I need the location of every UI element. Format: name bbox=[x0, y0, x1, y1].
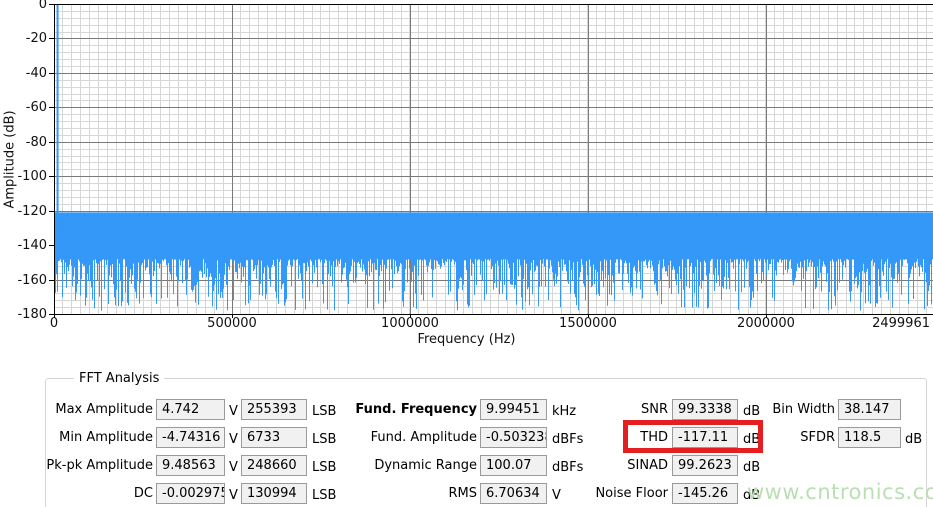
unit-label: LSB bbox=[312, 404, 337, 419]
x-tick-label: 500000 bbox=[207, 316, 257, 331]
field-label: Noise Floor bbox=[595, 486, 668, 501]
watermark-text: www.cntronics.com bbox=[747, 480, 933, 504]
field-label: RMS bbox=[448, 486, 477, 501]
field-value-lsb[interactable]: 255393 bbox=[241, 399, 307, 420]
field-value[interactable]: 99.2623 bbox=[672, 455, 738, 476]
field-value[interactable]: 118.5 bbox=[838, 427, 901, 448]
field-label: Fund. Frequency bbox=[355, 402, 477, 417]
field-label: Min Amplitude bbox=[59, 430, 153, 445]
field-value-volts[interactable]: 4.742 bbox=[156, 399, 225, 420]
unit-label: V bbox=[229, 488, 238, 503]
unit-label: LSB bbox=[312, 488, 337, 503]
fft-analyzer-window: 0 -20 -40 -60 -80 -100 -120 -140 -160 -180 0 50000… bbox=[0, 0, 933, 507]
thd-highlight-frame bbox=[623, 420, 763, 453]
unit-label: V bbox=[229, 432, 238, 447]
field-label: Bin Width bbox=[772, 402, 835, 417]
x-tick-label: 1000000 bbox=[381, 316, 439, 331]
y-tick-label: -40 bbox=[25, 65, 47, 81]
y-axis-title: Amplitude (dB) bbox=[2, 110, 18, 209]
field-value[interactable]: 38.147 bbox=[838, 399, 901, 420]
x-tick-label: 1500000 bbox=[559, 316, 617, 331]
field-label: Max Amplitude bbox=[55, 402, 153, 417]
field-value-volts[interactable]: -0.002975 bbox=[156, 483, 225, 504]
unit-label: V bbox=[229, 404, 238, 419]
field-label: Dynamic Range bbox=[374, 458, 477, 473]
y-tick-label: -160 bbox=[17, 272, 47, 288]
field-value-lsb[interactable]: 130994 bbox=[241, 483, 307, 504]
x-tick-label: 2000000 bbox=[737, 316, 795, 331]
x-axis-title: Frequency (Hz) bbox=[417, 332, 516, 347]
field-label: Pk-pk Amplitude bbox=[46, 458, 153, 473]
field-label: SNR bbox=[640, 402, 668, 417]
unit-label: LSB bbox=[312, 432, 337, 447]
fft-spectrum-chart: 0 -20 -40 -60 -80 -100 -120 -140 -160 -180 0 50000… bbox=[0, 0, 933, 352]
field-label: DC bbox=[133, 486, 153, 501]
y-tick-label: -20 bbox=[25, 31, 47, 47]
unit-label: dB bbox=[743, 460, 761, 475]
unit-label: LSB bbox=[312, 460, 337, 475]
field-value[interactable]: 6.70634 bbox=[480, 483, 547, 504]
spectrum-plot-area bbox=[49, 4, 933, 318]
x-tick-label: 2499961 bbox=[872, 316, 930, 331]
field-value[interactable]: -0.503238 bbox=[480, 427, 547, 448]
field-value-lsb[interactable]: 248660 bbox=[241, 455, 307, 476]
field-label: Fund. Amplitude bbox=[370, 430, 477, 445]
field-value[interactable]: 9.99451 bbox=[480, 399, 547, 420]
groupbox-title: FFT Analysis bbox=[74, 371, 165, 386]
unit-label: dB bbox=[905, 432, 923, 447]
field-label: SINAD bbox=[627, 458, 668, 473]
field-value[interactable]: 99.3338 bbox=[672, 399, 738, 420]
field-value-volts[interactable]: 9.48563 bbox=[156, 455, 225, 476]
y-tick-label: 0 bbox=[38, 0, 47, 12]
field-value[interactable]: 100.07 bbox=[480, 455, 547, 476]
x-tick-label: 0 bbox=[49, 316, 59, 331]
field-value-lsb[interactable]: 6733 bbox=[241, 427, 307, 448]
field-value-volts[interactable]: -4.74316 bbox=[156, 427, 225, 448]
field-value[interactable]: -145.26 bbox=[672, 483, 738, 504]
y-tick-label: -140 bbox=[17, 238, 47, 254]
y-tick-label: -180 bbox=[17, 307, 47, 322]
unit-label: V bbox=[229, 460, 238, 475]
